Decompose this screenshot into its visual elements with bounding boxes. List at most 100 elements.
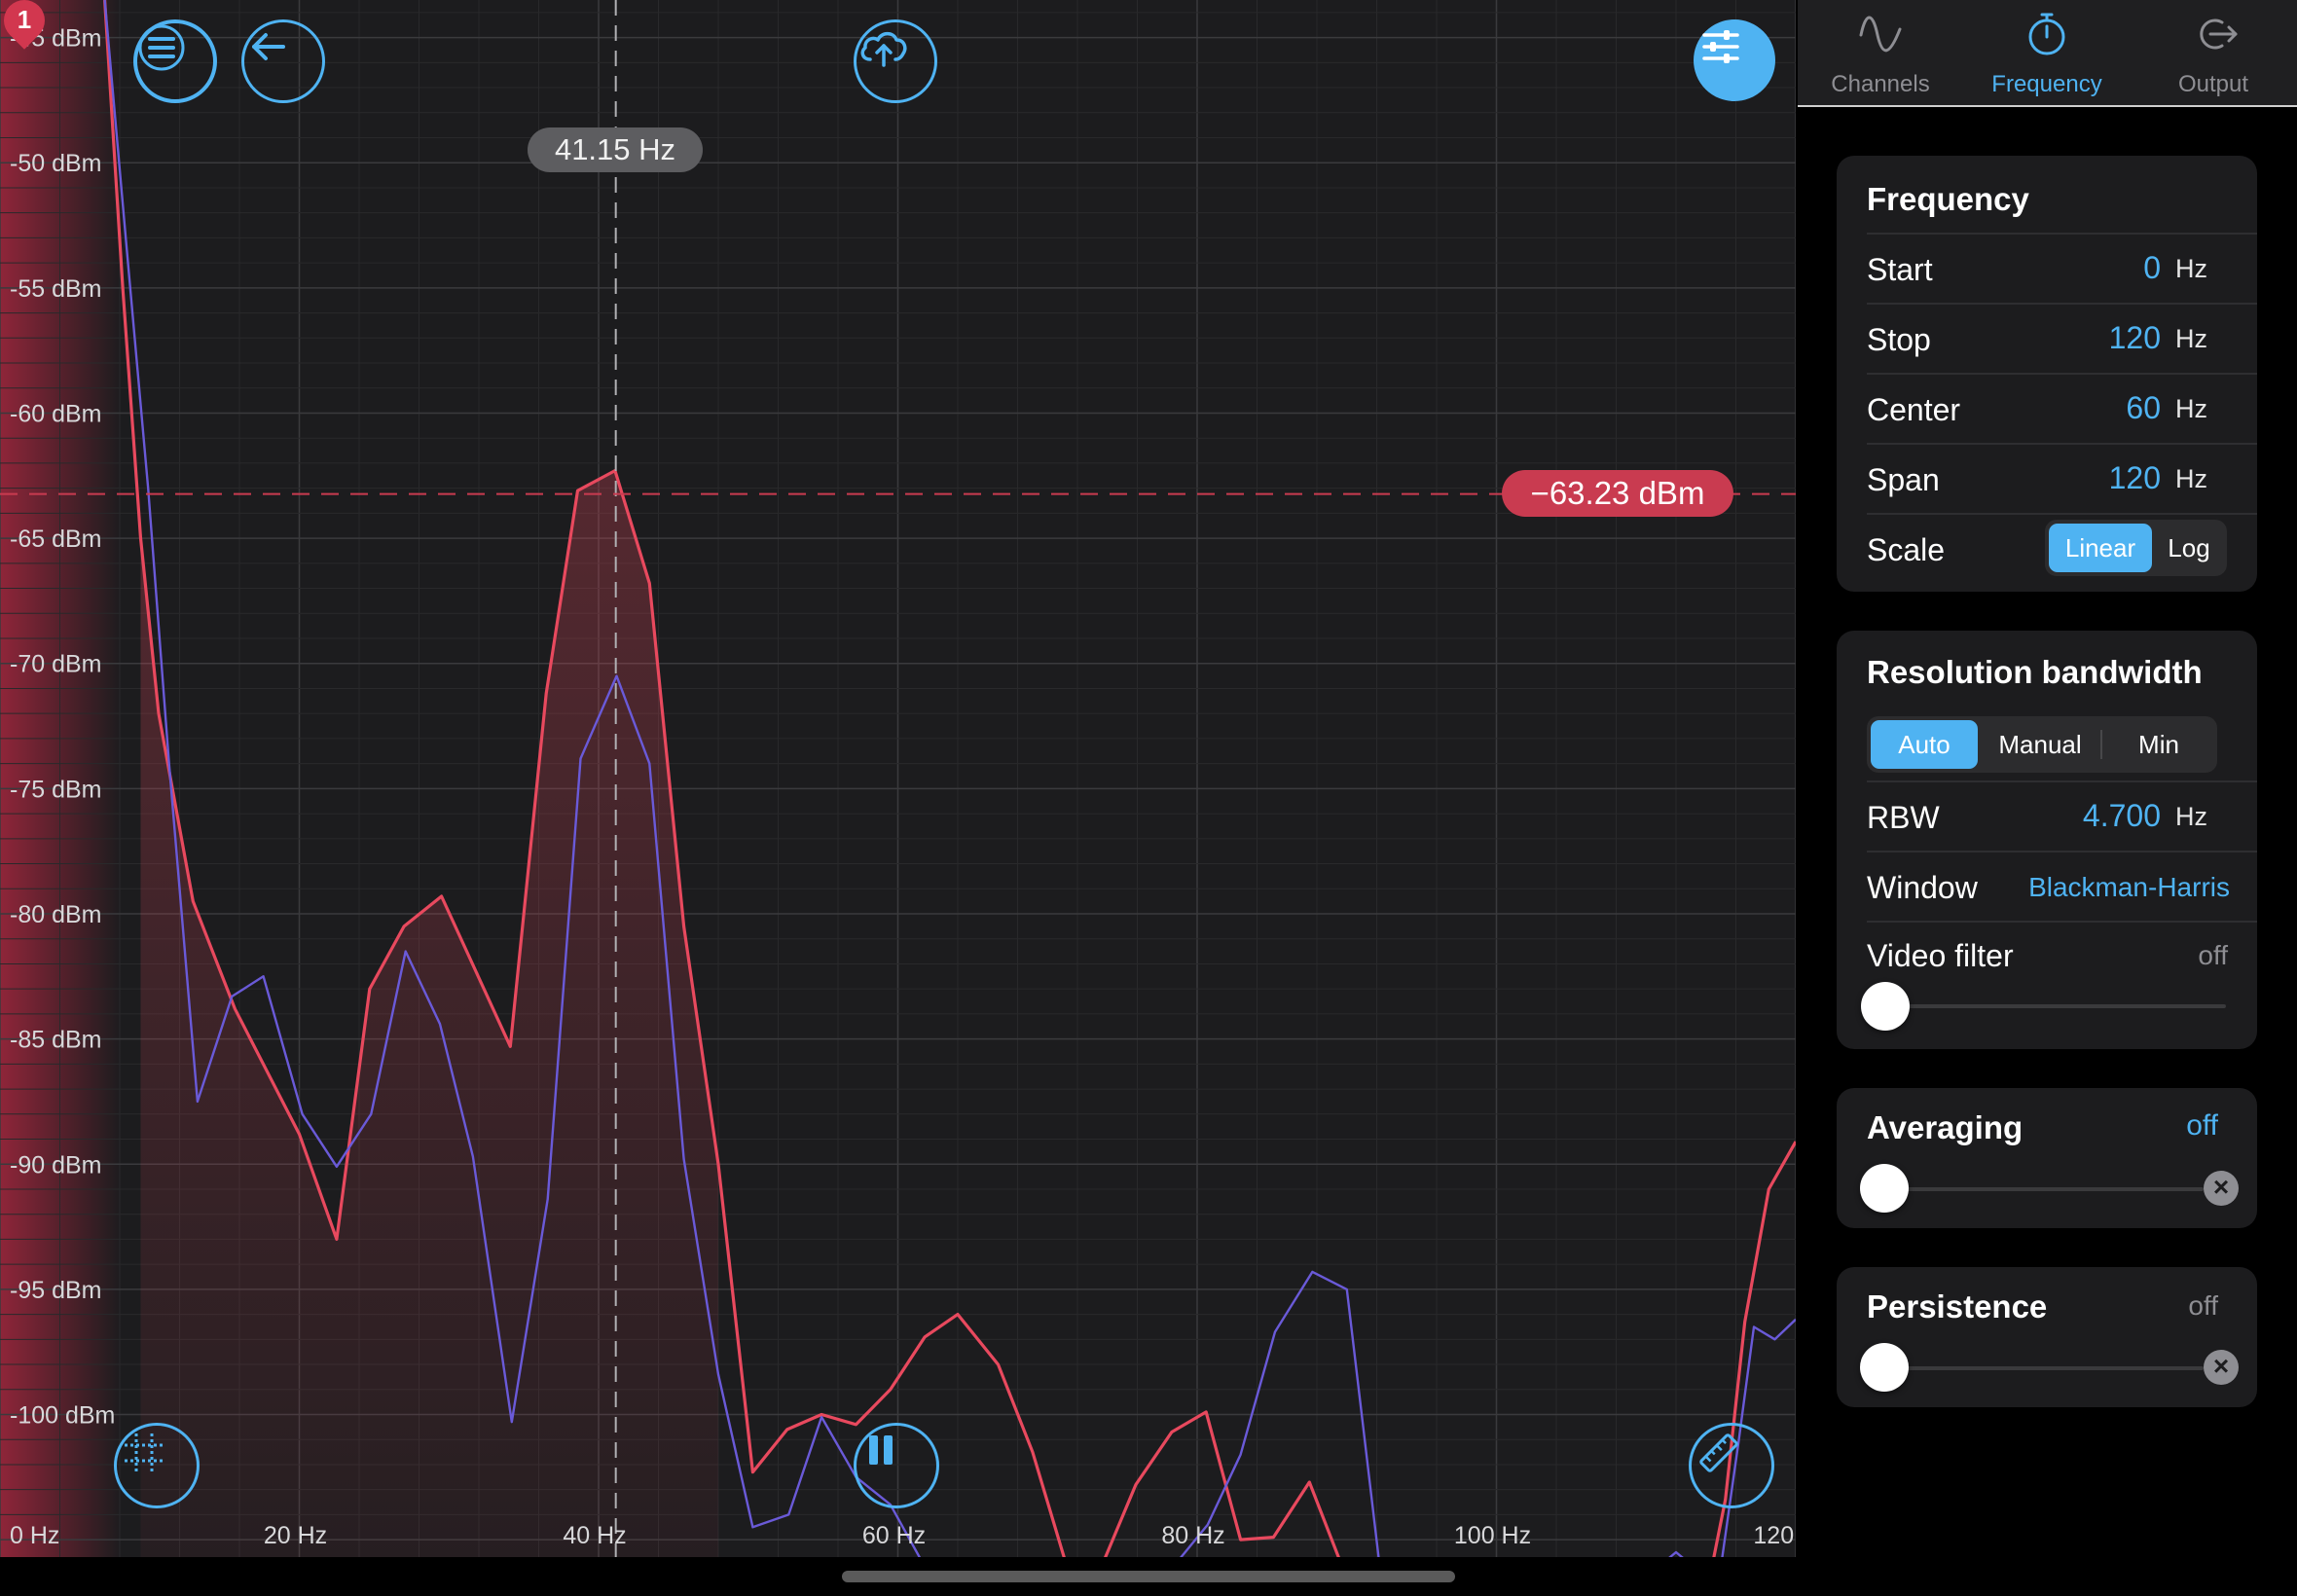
- y-tick-label: -55 dBm: [10, 275, 101, 303]
- x-tick-label: 20 Hz: [264, 1522, 327, 1549]
- close-icon: ×: [2212, 1172, 2230, 1202]
- marker-number: 1: [17, 5, 32, 35]
- rbw-unit: Hz: [2175, 802, 2207, 831]
- rbw-mode-auto[interactable]: Auto: [1871, 720, 1978, 769]
- tab-frequency[interactable]: Frequency: [1964, 0, 2130, 105]
- averaging-card: Averaging off ×: [1837, 1088, 2257, 1228]
- rbw-card-title: Resolution bandwidth: [1867, 654, 2203, 690]
- tab-frequency-label: Frequency: [1991, 71, 2102, 97]
- frequency-card-title: Frequency: [1867, 181, 2029, 217]
- y-tick-label: -50 dBm: [10, 150, 101, 177]
- tab-output-label: Output: [2177, 71, 2249, 97]
- scale-segmented-control[interactable]: Linear Log: [2045, 520, 2227, 576]
- window-label: Window: [1867, 870, 1978, 905]
- span-row[interactable]: Span 120 Hz: [1867, 443, 2257, 513]
- scale-log-option[interactable]: Log: [2154, 524, 2224, 572]
- video-filter-label: Video filter: [1867, 938, 2014, 973]
- measure-button[interactable]: [1689, 1423, 1774, 1508]
- sine-wave-icon: [1859, 16, 1902, 53]
- scale-linear-option[interactable]: Linear: [2049, 524, 2152, 572]
- window-row[interactable]: Window Blackman-Harris: [1867, 851, 2257, 921]
- video-filter-value: off: [2198, 940, 2228, 970]
- x-tick-label: 60 Hz: [862, 1522, 926, 1549]
- stopwatch-icon: [2028, 13, 2065, 55]
- back-arrow-icon: [252, 33, 285, 60]
- y-tick-label: -65 dBm: [10, 526, 101, 553]
- video-filter-slider-knob[interactable]: [1861, 982, 1910, 1031]
- start-value[interactable]: 0: [2143, 250, 2161, 286]
- center-value[interactable]: 60: [2126, 390, 2161, 426]
- output-arrow-icon: [2200, 18, 2238, 50]
- stop-unit: Hz: [2175, 324, 2207, 353]
- center-row[interactable]: Center 60 Hz: [1867, 373, 2257, 443]
- x-tick-label: 100 Hz: [1454, 1522, 1531, 1549]
- cloud-upload-icon: [860, 31, 907, 67]
- tab-output[interactable]: Output: [2131, 0, 2296, 105]
- span-unit: Hz: [2175, 464, 2207, 493]
- averaging-title: Averaging: [1867, 1109, 2024, 1145]
- scale-label: Scale: [1867, 532, 1946, 567]
- y-tick-label: -95 dBm: [10, 1277, 101, 1304]
- rbw-card: Resolution bandwidth Auto Manual Min RBW…: [1837, 631, 2257, 1049]
- persistence-slider-track[interactable]: [1882, 1366, 2204, 1370]
- stop-label: Stop: [1867, 322, 1931, 357]
- persistence-card: Persistence off ×: [1837, 1267, 2257, 1407]
- stop-row[interactable]: Stop 120 Hz: [1867, 303, 2257, 373]
- spectrum-chart: -45 dBm-50 dBm-55 dBm-60 dBm-65 dBm-70 d…: [0, 0, 1796, 1557]
- rbw-mode-segmented-control[interactable]: Auto Manual Min: [1867, 716, 2217, 773]
- x-tick-label: 120 Hz: [1753, 1522, 1796, 1549]
- window-value[interactable]: Blackman-Harris: [2028, 872, 2230, 903]
- segment-divider: [2100, 730, 2102, 759]
- span-value[interactable]: 120: [2109, 460, 2161, 496]
- x-tick-label: 0 Hz: [10, 1522, 59, 1549]
- video-filter-slider-track[interactable]: [1871, 1004, 2226, 1008]
- rbw-label: RBW: [1867, 800, 1940, 835]
- persistence-slider-knob[interactable]: [1860, 1343, 1909, 1392]
- persistence-clear-button[interactable]: ×: [2204, 1350, 2239, 1385]
- grid-button[interactable]: [114, 1423, 200, 1508]
- video-filter-row: Video filter off: [1861, 921, 2257, 1049]
- settings-button[interactable]: [1694, 19, 1775, 101]
- persistence-title: Persistence: [1867, 1288, 2048, 1324]
- x-tick-label: 80 Hz: [1161, 1522, 1224, 1549]
- tab-channels-label: Channels: [1831, 71, 1930, 97]
- menu-icon: [138, 24, 185, 71]
- home-indicator[interactable]: [842, 1571, 1455, 1582]
- rbw-mode-manual[interactable]: Manual: [1982, 720, 2098, 769]
- menu-button[interactable]: [133, 19, 217, 103]
- start-label: Start: [1867, 252, 1933, 287]
- y-tick-label: -75 dBm: [10, 776, 101, 803]
- back-button[interactable]: [241, 19, 325, 103]
- close-icon: ×: [2212, 1351, 2230, 1381]
- stop-value[interactable]: 120: [2109, 320, 2161, 356]
- settings-panel: Channels Frequency Output Frequency Star…: [1798, 0, 2297, 1557]
- pause-icon: [869, 1435, 893, 1465]
- averaging-slider-track[interactable]: [1882, 1187, 2204, 1191]
- averaging-value[interactable]: off: [2186, 1109, 2218, 1143]
- scale-row: Scale Linear Log: [1867, 513, 2257, 583]
- tab-channels[interactable]: Channels: [1798, 0, 1963, 105]
- rbw-value[interactable]: 4.700: [2083, 798, 2161, 834]
- pause-button[interactable]: [854, 1423, 939, 1508]
- averaging-slider-knob[interactable]: [1860, 1164, 1909, 1213]
- y-tick-label: -70 dBm: [10, 651, 101, 678]
- x-tick-label: 40 Hz: [563, 1522, 626, 1549]
- ruler-icon: [1699, 1433, 1738, 1472]
- span-label: Span: [1867, 462, 1940, 497]
- cursor-frequency-readout[interactable]: 41.15 Hz: [528, 127, 703, 172]
- frequency-card: Frequency Start 0 Hz Stop 120 Hz Center …: [1837, 156, 2257, 592]
- averaging-clear-button[interactable]: ×: [2204, 1171, 2239, 1206]
- upload-button[interactable]: [854, 19, 937, 103]
- center-unit: Hz: [2175, 394, 2207, 423]
- rbw-mode-min[interactable]: Min: [2104, 720, 2213, 769]
- rbw-row[interactable]: RBW 4.700 Hz: [1867, 780, 2257, 851]
- y-tick-label: -90 dBm: [10, 1151, 101, 1179]
- sliders-icon: [1702, 30, 1739, 63]
- persistence-value: off: [2188, 1290, 2218, 1321]
- cursor-level-readout[interactable]: −63.23 dBm: [1502, 470, 1733, 517]
- start-row[interactable]: Start 0 Hz: [1867, 233, 2257, 303]
- center-label: Center: [1867, 392, 1961, 427]
- spectrum-plot[interactable]: -45 dBm -50 dBm -55 dBm -60 dBm -65 dBm -70 d…: [0, 0, 1796, 1557]
- y-tick-label: -80 dBm: [10, 901, 101, 928]
- y-tick-label: -100 dBm: [10, 1402, 115, 1430]
